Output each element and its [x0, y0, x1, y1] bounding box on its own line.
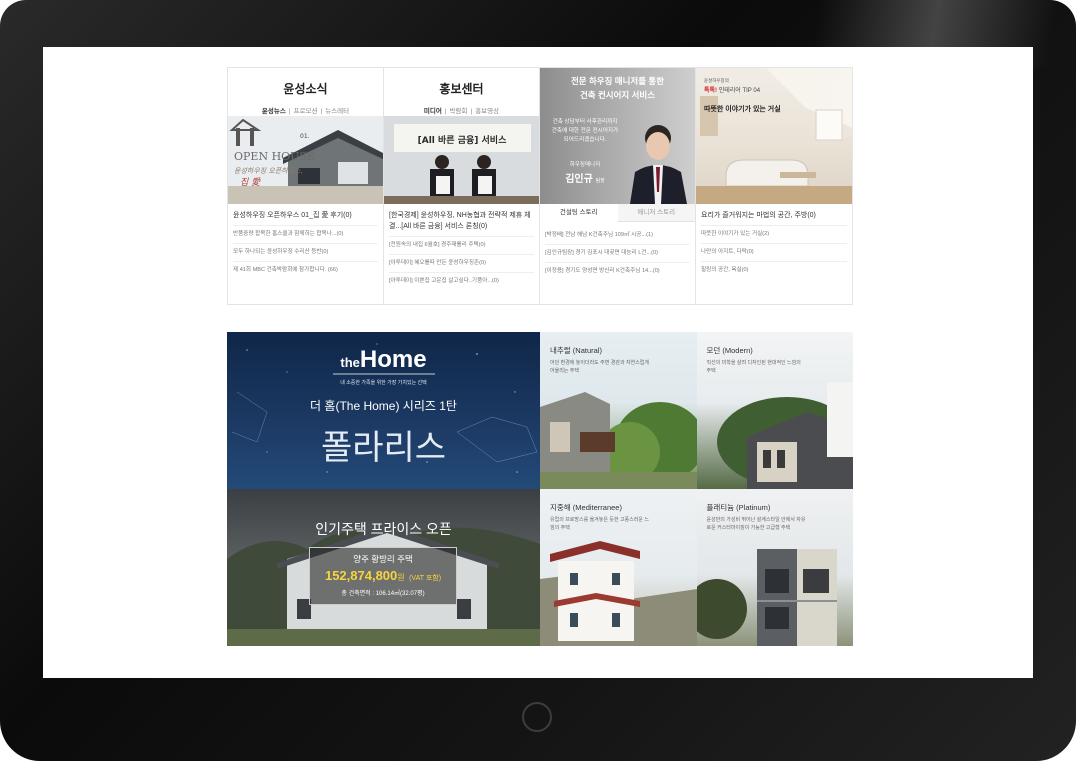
home-button[interactable]	[522, 702, 552, 732]
news-subtabs: 윤성뉴스 | 프로모션 | 뉴스레터	[228, 105, 383, 115]
interior-headline[interactable]: 요리가 즐거워지는 마법의 공간, 주방(0)	[701, 210, 847, 226]
consult-tabs: 건설팅 스토리 매니저 스토리	[540, 204, 695, 222]
signing-ceremony-image[interactable]: [All 바른 금융] 서비스	[384, 116, 539, 204]
pr-subtab-media[interactable]: 미디어	[421, 108, 445, 115]
pr-title: 홍보센터	[439, 82, 484, 96]
style-mediterranee-label: 지중해 (Mediterranee)	[550, 503, 622, 512]
svg-text:집 愛: 집 愛	[240, 177, 261, 188]
bottom-sections: theHome 내 소중한 가족을 위한 가장 가치있는 선택 더 홈(The …	[227, 332, 853, 646]
list-item[interactable]: [전원속의 내집 6월호] 경주재를리 주택(0)	[389, 241, 534, 255]
interior-column: 윤성하우징의 톡톡! 인테리어 TIP 04 따뜻한 이야기가 있는 거실 요리…	[696, 68, 852, 304]
polaris-title: 폴라리스	[320, 429, 447, 467]
pr-subtab-expo[interactable]: 박람회	[447, 108, 471, 115]
consult-column: 전문 하우징 매니저를 통한 건축 컨시어지 서비스 건축 상담부터 사후관리까지…	[540, 68, 696, 304]
list-item[interactable]: [김인규팀장] 경기 김포시 대곶면 대능리 L건...(0)	[545, 249, 690, 263]
svg-text:01.: 01.	[300, 133, 310, 140]
news-subtab-newsletter[interactable]: 뉴스레터	[322, 108, 352, 115]
pr-list: [한국경제] 윤성하우징, NH농협과 전략적 제휴 체결...[All 바른 …	[389, 210, 534, 294]
style-modern-desc: 직선의 미학을 살려 디자인된 현대적인 느낌의 주택	[706, 360, 801, 374]
list-item[interactable]: 반품중량 합목한 홈스클과 함께하는 합목나...(0)	[233, 230, 378, 244]
consult-title: 전문 하우징 매니저를 통한 건축 컨시어지 서비스	[570, 76, 665, 100]
price-open-title: 인기주택 프라이스 오픈	[315, 521, 452, 537]
open-house-text: OPEN HOUSE	[234, 150, 315, 163]
house-name: 양주 황방리 주택	[353, 554, 413, 564]
interior-tip-banner[interactable]: 윤성하우징의 톡톡! 인테리어 TIP 04 따뜻한 이야기가 있는 거실	[696, 68, 852, 204]
style-mediterranee[interactable]: 지중해 (Mediterranee) 유럽의 프로방스를 옮겨놓은 듯한 고풍스…	[540, 489, 697, 646]
consult-desc: 건축 상담부터 사후관리까지 건축에 대한 전문 컨시어지가 되어드리겠습니다.	[551, 119, 619, 143]
price-open-banner[interactable]: 인기주택 프라이스 오픈 양주 황방리 주택 152,874,800원 (VAT…	[227, 489, 540, 646]
consult-role: 하우징매니저	[569, 162, 601, 168]
the-home-series: 더 홈(The Home) 시리즈 1탄	[310, 399, 457, 413]
top-sections: 윤성소식 윤성뉴스 | 프로모션 | 뉴스레터 OPEN HOUSE 01. 윤…	[227, 67, 853, 305]
price-line: 152,874,800원 (VAT 포함)	[324, 568, 442, 583]
list-item[interactable]: 제 41회 MBC 건축박람회에 참가합니다. (66)	[233, 266, 378, 279]
all-finance-banner: [All 바른 금융] 서비스	[418, 134, 507, 146]
price-box: 양주 황방리 주택 152,874,800원 (VAT 포함) 총 건축면적 :…	[309, 547, 457, 605]
floor-area: 총 건축면적 : 106.14㎡(32.07평)	[341, 591, 425, 597]
consult-list: [박정배] 전남 해남 K건축주님 109㎡ 시공...(1) [김인규팀장] …	[545, 231, 690, 284]
style-platinum-label: 플래티늄 (Platinum)	[706, 503, 771, 512]
list-item[interactable]: 따뜻한 이야기가 있는 거실(2)	[701, 230, 847, 244]
style-modern[interactable]: 모던 (Modern) 직선의 미학을 살려 디자인된 현대적인 느낌의 주택	[696, 332, 853, 489]
the-home-tagline: 내 소중한 가족을 위한 가장 가치있는 선택	[340, 380, 427, 386]
svg-text:윤성하우징 오픈하우스,: 윤성하우징 오픈하우스,	[234, 167, 303, 175]
news-headline[interactable]: 윤성하우징 오픈하우스 01_집 愛 후기(0)	[233, 210, 378, 226]
news-subtab-promotion[interactable]: 프로모션	[291, 108, 321, 115]
interior-list: 요리가 즐거워지는 마법의 공간, 주방(0) 따뜻한 이야기가 있는 거실(2…	[701, 210, 847, 283]
list-item[interactable]: 힐링의 공간, 욕실(0)	[701, 266, 847, 279]
style-modern-label: 모던 (Modern)	[706, 346, 753, 355]
interior-badge-small: 윤성하우징의	[704, 78, 729, 83]
style-natural-label: 내추럴 (Natural)	[550, 346, 602, 355]
screen: 윤성소식 윤성뉴스 | 프로모션 | 뉴스레터 OPEN HOUSE 01. 윤…	[43, 47, 1033, 678]
news-list: 윤성하우징 오픈하우스 01_집 愛 후기(0) 반품중량 합목한 홈스클과 함…	[233, 210, 378, 283]
pr-subtabs: 미디어 | 박람회 | 홍보영상	[384, 105, 539, 115]
pr-headline[interactable]: [한국경제] 윤성하우징, NH농협과 전략적 제휴 체결...[All 바른 …	[389, 210, 534, 237]
pr-column: 홍보센터 미디어 | 박람회 | 홍보영상 [All 바른 금융] 서비스 [한…	[384, 68, 540, 304]
news-subtab-news[interactable]: 윤성뉴스	[259, 108, 289, 115]
list-item[interactable]: 나만의 아지트, 다락(0)	[701, 248, 847, 262]
interior-title: 따뜻한 이야기가 있는 거실	[704, 106, 781, 113]
the-home-banner[interactable]: theHome 내 소중한 가족을 위한 가장 가치있는 선택 더 홈(The …	[227, 332, 540, 489]
tab-consulting-story[interactable]: 건설팅 스토리	[540, 204, 618, 222]
news-column: 윤성소식 윤성뉴스 | 프로모션 | 뉴스레터 OPEN HOUSE 01. 윤…	[228, 68, 384, 304]
list-item[interactable]: 모두 하나되는 윤성하우징 수리산 등반(0)	[233, 248, 378, 262]
pr-subtab-video[interactable]: 홍보영상	[472, 108, 502, 115]
style-mediterranee-desc: 유럽의 프로방스를 옮겨놓은 듯한 고풍스러운 느낌의 주택	[550, 517, 649, 531]
news-title: 윤성소식	[283, 82, 328, 96]
tablet-frame: 윤성소식 윤성뉴스 | 프로모션 | 뉴스레터 OPEN HOUSE 01. 윤…	[0, 0, 1076, 761]
consultant-banner[interactable]: 전문 하우징 매니저를 통한 건축 컨시어지 서비스 건축 상담부터 사후관리까지…	[540, 68, 695, 204]
consult-name: 김인규 팀장	[565, 174, 605, 185]
style-natural[interactable]: 내추럴 (Natural) 어던 환경에 놓이더라도 주변 경관과 자연스럽게 …	[540, 332, 697, 489]
the-home-logo: theHome	[340, 346, 427, 373]
list-item[interactable]: [이정용] 경기도 양성면 방신리 K건축주님 14...(0)	[545, 267, 690, 280]
interior-badge: 톡톡! 인테리어 TIP 04	[704, 88, 761, 94]
list-item[interactable]: [아투데이] 이쁜집 고운집 살고싶다..기품아...(0)	[389, 277, 534, 290]
list-item[interactable]: [박정배] 전남 해남 K건축주님 109㎡ 시공...(1)	[545, 231, 690, 245]
style-platinum-desc: 윤성만의 가성비 뛰어난 설계스타일 안에서 자유로운 커스터마이징이 가능한 …	[706, 517, 806, 531]
open-house-image[interactable]: OPEN HOUSE 01. 윤성하우징 오픈하우스, 집 愛	[228, 116, 383, 204]
style-natural-desc: 어던 환경에 놓이더라도 주변 경관과 자연스럽게 어울리는 주택	[550, 360, 649, 374]
list-item[interactable]: [아투데이] 혜오를따 만든 윤성하우징존(0)	[389, 259, 534, 273]
style-platinum[interactable]: 플래티늄 (Platinum) 윤성만의 가성비 뛰어난 설계스타일 안에서 자…	[696, 489, 853, 646]
tab-manager-story[interactable]: 매니저 스토리	[617, 204, 695, 222]
